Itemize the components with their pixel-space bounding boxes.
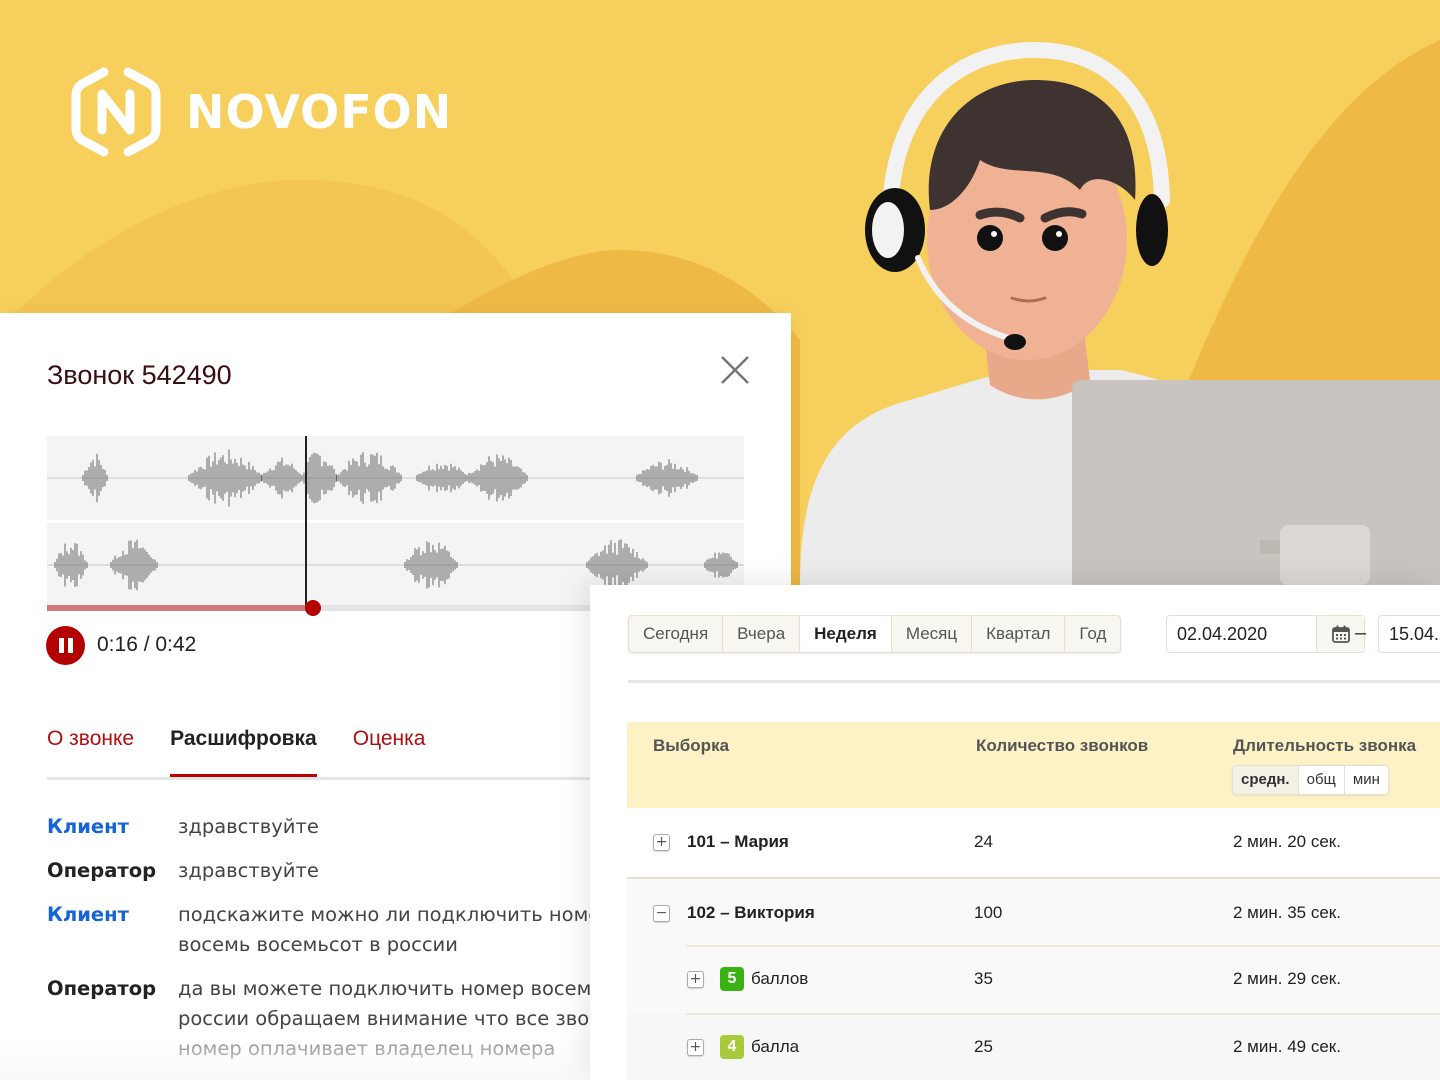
transcript-entry: Клиент подскажите можно ли подключить но… <box>47 900 607 960</box>
period-today[interactable]: Сегодня <box>629 616 724 652</box>
novofon-logo-icon <box>71 67 161 157</box>
duration-mode-min[interactable]: мин <box>1344 766 1388 794</box>
duration-mode-total[interactable]: общ <box>1298 766 1345 794</box>
speaker-label: Оператор <box>47 859 157 882</box>
row-duration: 2 мин. 20 сек. <box>1233 832 1341 851</box>
call-tabs: О звонке Расшифровка Оценка <box>47 727 461 778</box>
call-title: Звонок 542490 <box>47 360 232 390</box>
table-row[interactable]: − 102 – Виктория 100 2 мин. 35 сек. <box>627 877 1440 945</box>
row-duration: 2 мин. 29 сек. <box>1233 969 1341 988</box>
column-header-selection: Выборка <box>653 736 730 755</box>
date-to-value[interactable]: 15.04.2020 <box>1379 624 1440 645</box>
playhead-line <box>305 436 307 608</box>
close-icon[interactable] <box>718 353 752 387</box>
period-year[interactable]: Год <box>1065 616 1120 652</box>
transcript-text: здравствуйте <box>178 859 319 882</box>
column-header-count: Количество звонков <box>976 736 1149 755</box>
period-week[interactable]: Неделя <box>800 616 892 652</box>
duration-mode-avg[interactable]: средн. <box>1233 766 1299 794</box>
transcript-entry: Клиент здравствуйте <box>47 812 607 842</box>
row-duration: 2 мин. 49 сек. <box>1233 1037 1341 1056</box>
row-count: 35 <box>974 969 993 988</box>
row-label: 102 – Виктория <box>687 903 815 922</box>
speaker-label: Клиент <box>47 903 129 926</box>
row-count: 24 <box>974 832 993 851</box>
tab-about-call[interactable]: О звонке <box>47 727 134 777</box>
calendar-icon <box>1331 625 1350 643</box>
playback-time: 0:16 / 0:42 <box>97 633 197 656</box>
pause-icon <box>58 638 64 653</box>
brand-name: NOVOFON <box>186 85 453 139</box>
date-from-field[interactable]: 02.04.2020 <box>1166 615 1365 653</box>
period-quarter[interactable]: Квартал <box>972 616 1066 652</box>
transcript-text: подскажите можно ли подключить номер вос… <box>178 903 607 956</box>
score-badge: 4 <box>720 1035 744 1059</box>
stats-divider <box>628 680 1440 683</box>
brand-logo: NOVOFON <box>70 66 452 158</box>
tab-transcript[interactable]: Расшифровка <box>170 727 317 778</box>
date-range-separator: – <box>1355 622 1367 644</box>
table-row[interactable]: + 5 баллов 35 2 мин. 29 сек. <box>627 945 1440 1013</box>
row-count: 100 <box>974 903 1003 922</box>
table-row[interactable]: + 101 – Мария 24 2 мин. 20 сек. <box>627 808 1440 876</box>
tabs-divider <box>47 777 607 780</box>
transcript-text: здравствуйте <box>178 815 319 838</box>
column-header-duration: Длительность звонка <box>1233 736 1417 755</box>
row-duration: 2 мин. 35 сек. <box>1233 903 1341 922</box>
row-label: 101 – Мария <box>687 832 789 851</box>
collapse-icon[interactable]: − <box>653 905 670 922</box>
transcript-fade <box>0 1035 620 1080</box>
pause-button[interactable] <box>46 626 85 665</box>
duration-mode-toggle: средн. общ мин <box>1232 765 1389 795</box>
date-from-value[interactable]: 02.04.2020 <box>1167 624 1316 645</box>
table-row[interactable]: + 4 балла 25 2 мин. 49 сек. <box>627 1013 1440 1080</box>
speaker-label: Клиент <box>47 815 129 838</box>
period-selector: Сегодня Вчера Неделя Месяц Квартал Год <box>628 615 1122 653</box>
table-header: Выборка Количество звонков Длительность … <box>627 722 1440 808</box>
date-to-field[interactable]: 15.04.2020 <box>1378 615 1440 653</box>
score-badge: 5 <box>720 967 744 991</box>
pause-icon-bar <box>67 638 73 653</box>
period-month[interactable]: Месяц <box>892 616 973 652</box>
waveform[interactable] <box>47 436 744 607</box>
row-count: 25 <box>974 1037 993 1056</box>
progress-fill <box>47 605 313 611</box>
waveform-track-client[interactable] <box>47 436 744 520</box>
row-label: балла <box>751 1037 800 1056</box>
transcript-entry: Оператор здравствуйте <box>47 856 607 886</box>
progress-knob[interactable] <box>304 600 321 616</box>
tab-rating[interactable]: Оценка <box>353 727 426 777</box>
expand-icon[interactable]: + <box>687 971 704 988</box>
expand-icon[interactable]: + <box>687 1039 704 1056</box>
row-label: баллов <box>751 969 809 988</box>
expand-icon[interactable]: + <box>653 834 670 851</box>
period-yesterday[interactable]: Вчера <box>723 616 801 652</box>
operator-illustration <box>800 41 1440 585</box>
